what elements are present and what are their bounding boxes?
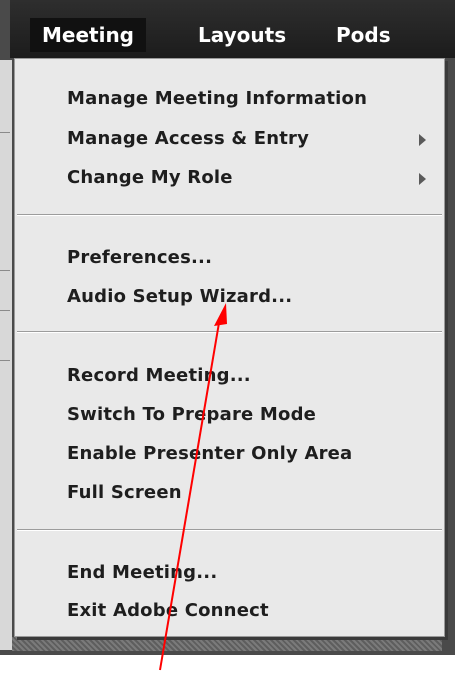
annotation-arrow xyxy=(159,303,227,671)
